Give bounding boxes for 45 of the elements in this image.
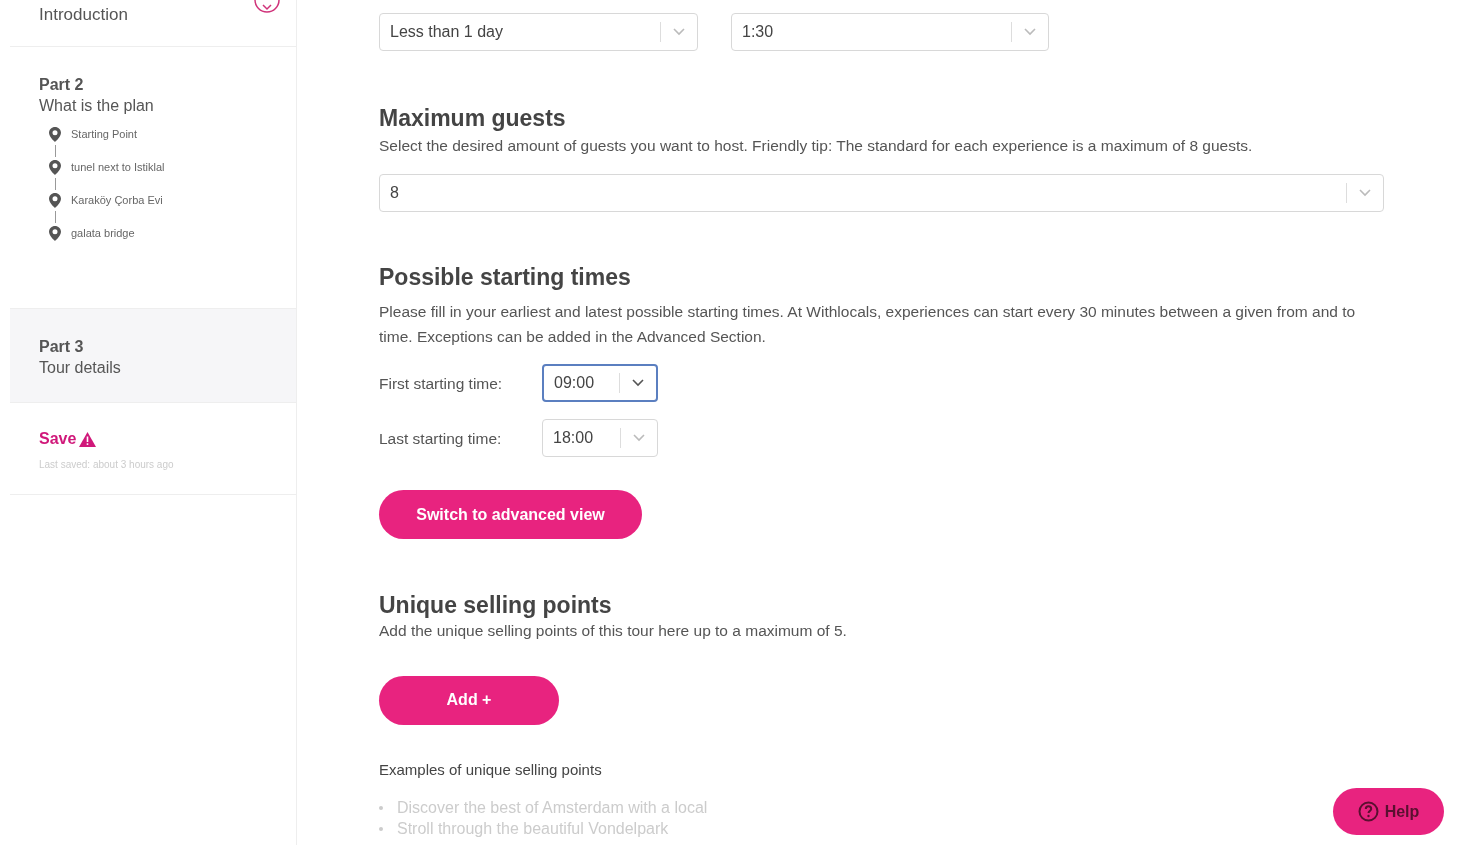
bullet-icon [379,805,383,810]
map-pin-icon [49,226,61,241]
collapse-icon[interactable] [254,0,280,16]
part-title: Tour details [39,358,122,378]
field-label: Last starting time: [379,428,503,449]
save-link[interactable]: Save [39,427,77,451]
part-number: Part 3 [39,337,85,357]
examples-heading: Examples of unique selling points [379,759,603,780]
advanced-view-button[interactable]: Switch to advanced view [379,490,642,540]
select-value: 18:00 [552,428,595,449]
section-heading: Maximum guests [379,104,567,132]
chevron-down-icon [1359,189,1371,198]
part-number: Part 2 [39,75,85,95]
select-value: 8 [389,183,400,204]
section-title[interactable]: Introduction [39,6,128,23]
chevron-down-icon [673,28,685,36]
select-value: Less than 1 day [389,22,504,42]
field-label: First starting time: [379,373,504,394]
add-button[interactable]: Add + [379,675,559,725]
select-field[interactable]: Less than 1 day [379,13,698,51]
stop-label: tunel next to Istiklal [71,160,165,176]
sidebar-section[interactable]: Part 3 Tour details [10,309,296,403]
stop-label: Starting Point [71,127,138,143]
select-field[interactable]: 1:30 [731,13,1049,51]
stop-label: galata bridge [71,226,135,242]
stop-label: Karaköy Çorba Evi [71,193,163,209]
section-description: Please fill in your earliest and latest possible starting times. At Withlocals, experiences can start every 30 minutes between a given from and to time. Exceptions can be added in the Advanced Section. [379,302,1357,348]
map-pin-icon [49,193,61,208]
select-field[interactable]: 18:00 [542,419,658,458]
map-pin-icon [49,127,61,142]
map-pin-icon [49,160,61,175]
select-field[interactable]: 09:00 [542,364,658,403]
part-title: What is the plan [39,96,155,116]
section-description: Select the desired amount of guests you want to host. Friendly tip: The standard for each experience is a maximum of 8 guests. [379,136,1254,156]
select-field[interactable]: 8 [379,174,1384,213]
select-value: 1:30 [741,22,775,42]
section-description: Add the unique selling points of this tour here up to a maximum of 5. [379,621,848,642]
section-heading: Possible starting times [379,263,632,292]
chevron-down-icon [1024,28,1036,36]
bullet-icon [379,826,383,831]
help-icon [1357,801,1379,822]
section-heading: Unique selling points [379,591,613,620]
chevron-down-icon [632,379,644,388]
chevron-down-icon [633,434,645,443]
select-value: 09:00 [553,373,596,394]
